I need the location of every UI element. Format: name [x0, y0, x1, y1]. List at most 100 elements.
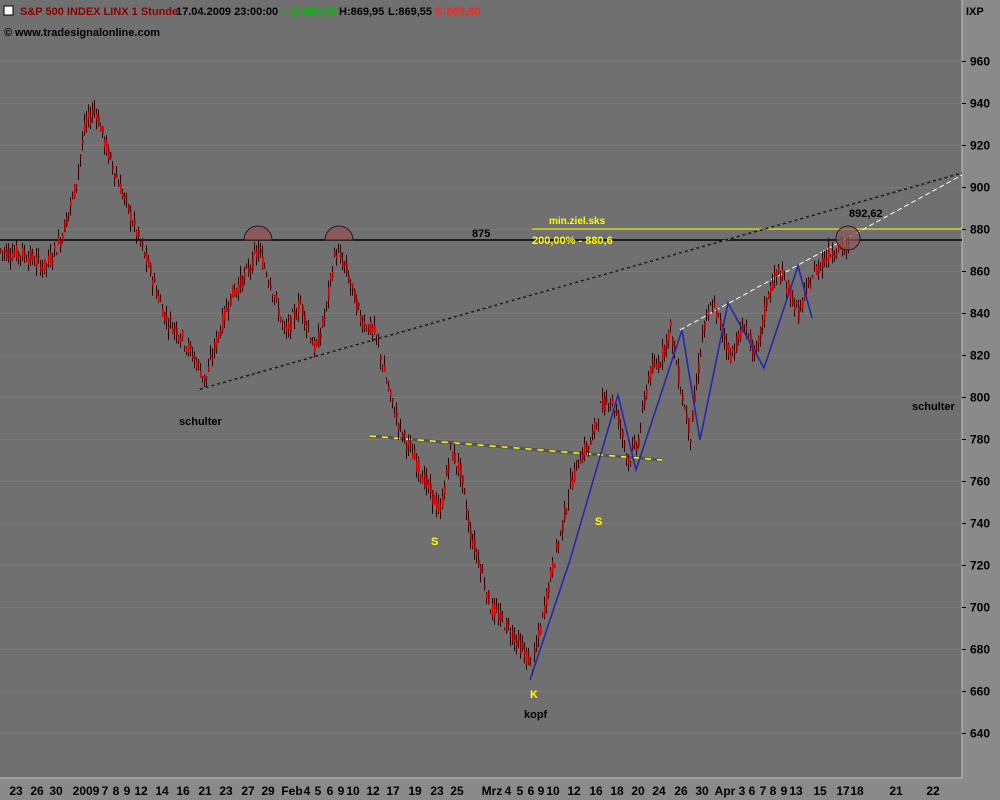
candle-body	[434, 496, 436, 505]
candle-body	[526, 651, 528, 664]
candle-body	[14, 252, 16, 255]
candle-body	[782, 270, 784, 277]
candle-body	[498, 613, 500, 621]
candle-body	[808, 278, 810, 284]
candle-body	[236, 288, 238, 293]
candle-body	[200, 370, 202, 377]
candle-body	[676, 364, 678, 366]
candle-body	[302, 305, 304, 316]
candle-body	[98, 116, 100, 125]
candle-body	[74, 184, 76, 199]
x-tick-label: 22	[926, 784, 940, 798]
candle-body	[704, 321, 706, 330]
candle-body	[22, 247, 24, 259]
candle-body	[508, 623, 510, 626]
candle-body	[282, 321, 284, 323]
candle-body	[538, 630, 540, 638]
candle-body	[428, 482, 430, 488]
x-tick-label: 9	[538, 784, 545, 798]
candle-body	[406, 444, 408, 450]
candle-body	[226, 307, 228, 312]
candle-body	[396, 412, 398, 417]
candle-body	[66, 216, 68, 226]
candle-body	[726, 343, 728, 350]
candle-body	[292, 311, 294, 313]
candle-body	[740, 330, 742, 337]
level-875-label: 875	[472, 228, 490, 240]
candle-body	[834, 255, 836, 258]
candle-body	[462, 475, 464, 485]
candle-body	[260, 250, 262, 252]
candle-body	[630, 461, 632, 463]
x-tick-label: 9	[124, 784, 131, 798]
candle-body	[682, 394, 684, 401]
candle-body	[58, 238, 60, 244]
candle-body	[574, 469, 576, 482]
candle-body	[122, 192, 124, 197]
candle-body	[130, 211, 132, 222]
candle-body	[784, 279, 786, 281]
price-chart[interactable]: 6406606807007207407607808008208408608809…	[0, 0, 1000, 800]
candle-body	[168, 326, 170, 330]
candle-body	[322, 317, 324, 327]
candle-body	[432, 490, 434, 505]
candle-body	[146, 253, 148, 263]
candle-body	[384, 365, 386, 373]
candle-body	[100, 126, 102, 132]
candle-body	[732, 348, 734, 352]
candle-body	[52, 260, 54, 263]
candle-body	[8, 248, 10, 258]
header-box-icon[interactable]	[3, 5, 14, 16]
x-tick-label: Feb	[281, 784, 302, 798]
candle-body	[62, 235, 64, 241]
candle-body	[204, 374, 206, 382]
copyright-icon: ©	[4, 27, 12, 39]
x-tick-label: 23	[219, 784, 233, 798]
candle-body	[390, 390, 392, 396]
candle-body	[4, 249, 6, 253]
candle-body	[734, 352, 736, 355]
candle-body	[232, 285, 234, 298]
candle-body	[370, 321, 372, 333]
candle-body	[618, 413, 620, 425]
candle-body	[642, 406, 644, 408]
candle-body	[610, 401, 612, 403]
candle-body	[136, 230, 138, 237]
candle-body	[32, 253, 34, 261]
candle-body	[244, 272, 246, 278]
candle-body	[776, 270, 778, 276]
candle-body	[728, 344, 730, 354]
candle-body	[344, 262, 346, 266]
candle-body	[638, 438, 640, 446]
candle-body	[496, 608, 498, 611]
candle-body	[816, 266, 818, 275]
candle-body	[424, 472, 426, 488]
candle-body	[730, 354, 732, 364]
right-shoulder-label: schulter	[912, 401, 956, 413]
s-right-label: S	[595, 516, 602, 528]
candle-body	[190, 344, 192, 349]
candle-body	[296, 316, 298, 319]
candle-body	[616, 410, 618, 414]
x-tick-label: 19	[408, 784, 422, 798]
x-tick-label: 7	[760, 784, 767, 798]
candle-body	[2, 250, 4, 252]
candle-body	[658, 361, 660, 370]
y-tick-label: 680	[970, 643, 990, 657]
candle-body	[318, 332, 320, 347]
candle-body	[258, 249, 260, 254]
candle-body	[38, 255, 40, 257]
candle-body	[684, 406, 686, 410]
candle-body	[802, 300, 804, 308]
x-tick-label: 6	[749, 784, 756, 798]
candle-body	[212, 357, 214, 360]
candle-body	[588, 446, 590, 450]
candle-body	[304, 313, 306, 325]
candle-body	[472, 542, 474, 547]
candle-body	[570, 477, 572, 482]
candle-body	[64, 221, 66, 233]
candle-body	[288, 321, 290, 330]
candle-body	[418, 459, 420, 473]
candle-body	[348, 275, 350, 282]
candle-body	[662, 346, 664, 360]
